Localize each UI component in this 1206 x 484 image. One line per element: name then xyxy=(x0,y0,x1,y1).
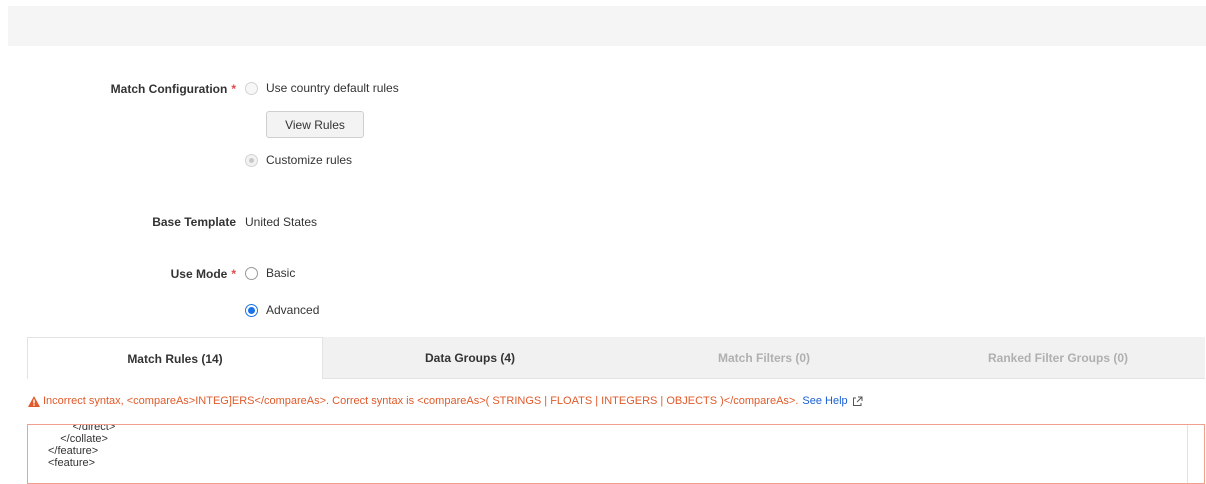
radio-country-default[interactable] xyxy=(245,81,258,95)
option-customize-rules-label: Customize rules xyxy=(266,153,353,167)
code-line: <feature> xyxy=(48,457,96,469)
syntax-error-message: Incorrect syntax, <compareAs>INTEG]ERS</… xyxy=(43,395,799,407)
tab-ranked-filter-groups[interactable]: Ranked Filter Groups (0) xyxy=(911,337,1205,379)
see-help-link[interactable]: See Help xyxy=(802,395,847,407)
use-mode-label: Use Mode * xyxy=(170,267,236,281)
option-advanced-label: Advanced xyxy=(266,303,320,317)
code-line: </collate> xyxy=(48,433,108,445)
tab-data-groups[interactable]: Data Groups (4) xyxy=(323,337,617,379)
required-mark: * xyxy=(231,267,236,281)
tab-match-rules[interactable]: Match Rules (14) xyxy=(27,337,323,379)
base-template-value: United States xyxy=(245,215,318,229)
radio-advanced[interactable] xyxy=(245,303,258,317)
base-template-label: Base Template xyxy=(152,215,236,229)
external-link-icon[interactable] xyxy=(852,396,863,407)
radio-customize-rules[interactable] xyxy=(245,153,258,167)
match-configuration-label: Match Configuration * xyxy=(110,82,236,96)
required-mark: * xyxy=(231,82,236,96)
syntax-error: Incorrect syntax, <compareAs>INTEG]ERS</… xyxy=(28,395,863,407)
option-customize-rules[interactable]: Customize rules xyxy=(245,153,352,167)
option-advanced[interactable]: Advanced xyxy=(245,303,319,317)
view-rules-button[interactable]: View Rules xyxy=(266,111,364,138)
radio-basic[interactable] xyxy=(245,266,258,280)
editor-scrollbar[interactable] xyxy=(1187,425,1188,483)
option-country-default-label: Use country default rules xyxy=(266,81,399,95)
rules-editor[interactable]: </direct> </collate> </feature> <feature> xyxy=(27,424,1205,484)
option-basic-label: Basic xyxy=(266,266,296,280)
code-line: </feature> xyxy=(48,445,99,457)
option-basic[interactable]: Basic xyxy=(245,266,295,280)
warning-icon xyxy=(28,395,40,407)
tab-match-filters[interactable]: Match Filters (0) xyxy=(617,337,911,379)
option-country-default[interactable]: Use country default rules xyxy=(245,81,399,95)
top-band xyxy=(8,6,1206,46)
editor-code[interactable]: </direct> </collate> </feature> <feature> xyxy=(28,424,1204,469)
code-line: </direct> xyxy=(48,424,116,433)
tab-bar: Match Rules (14) Data Groups (4) Match F… xyxy=(27,337,1205,379)
